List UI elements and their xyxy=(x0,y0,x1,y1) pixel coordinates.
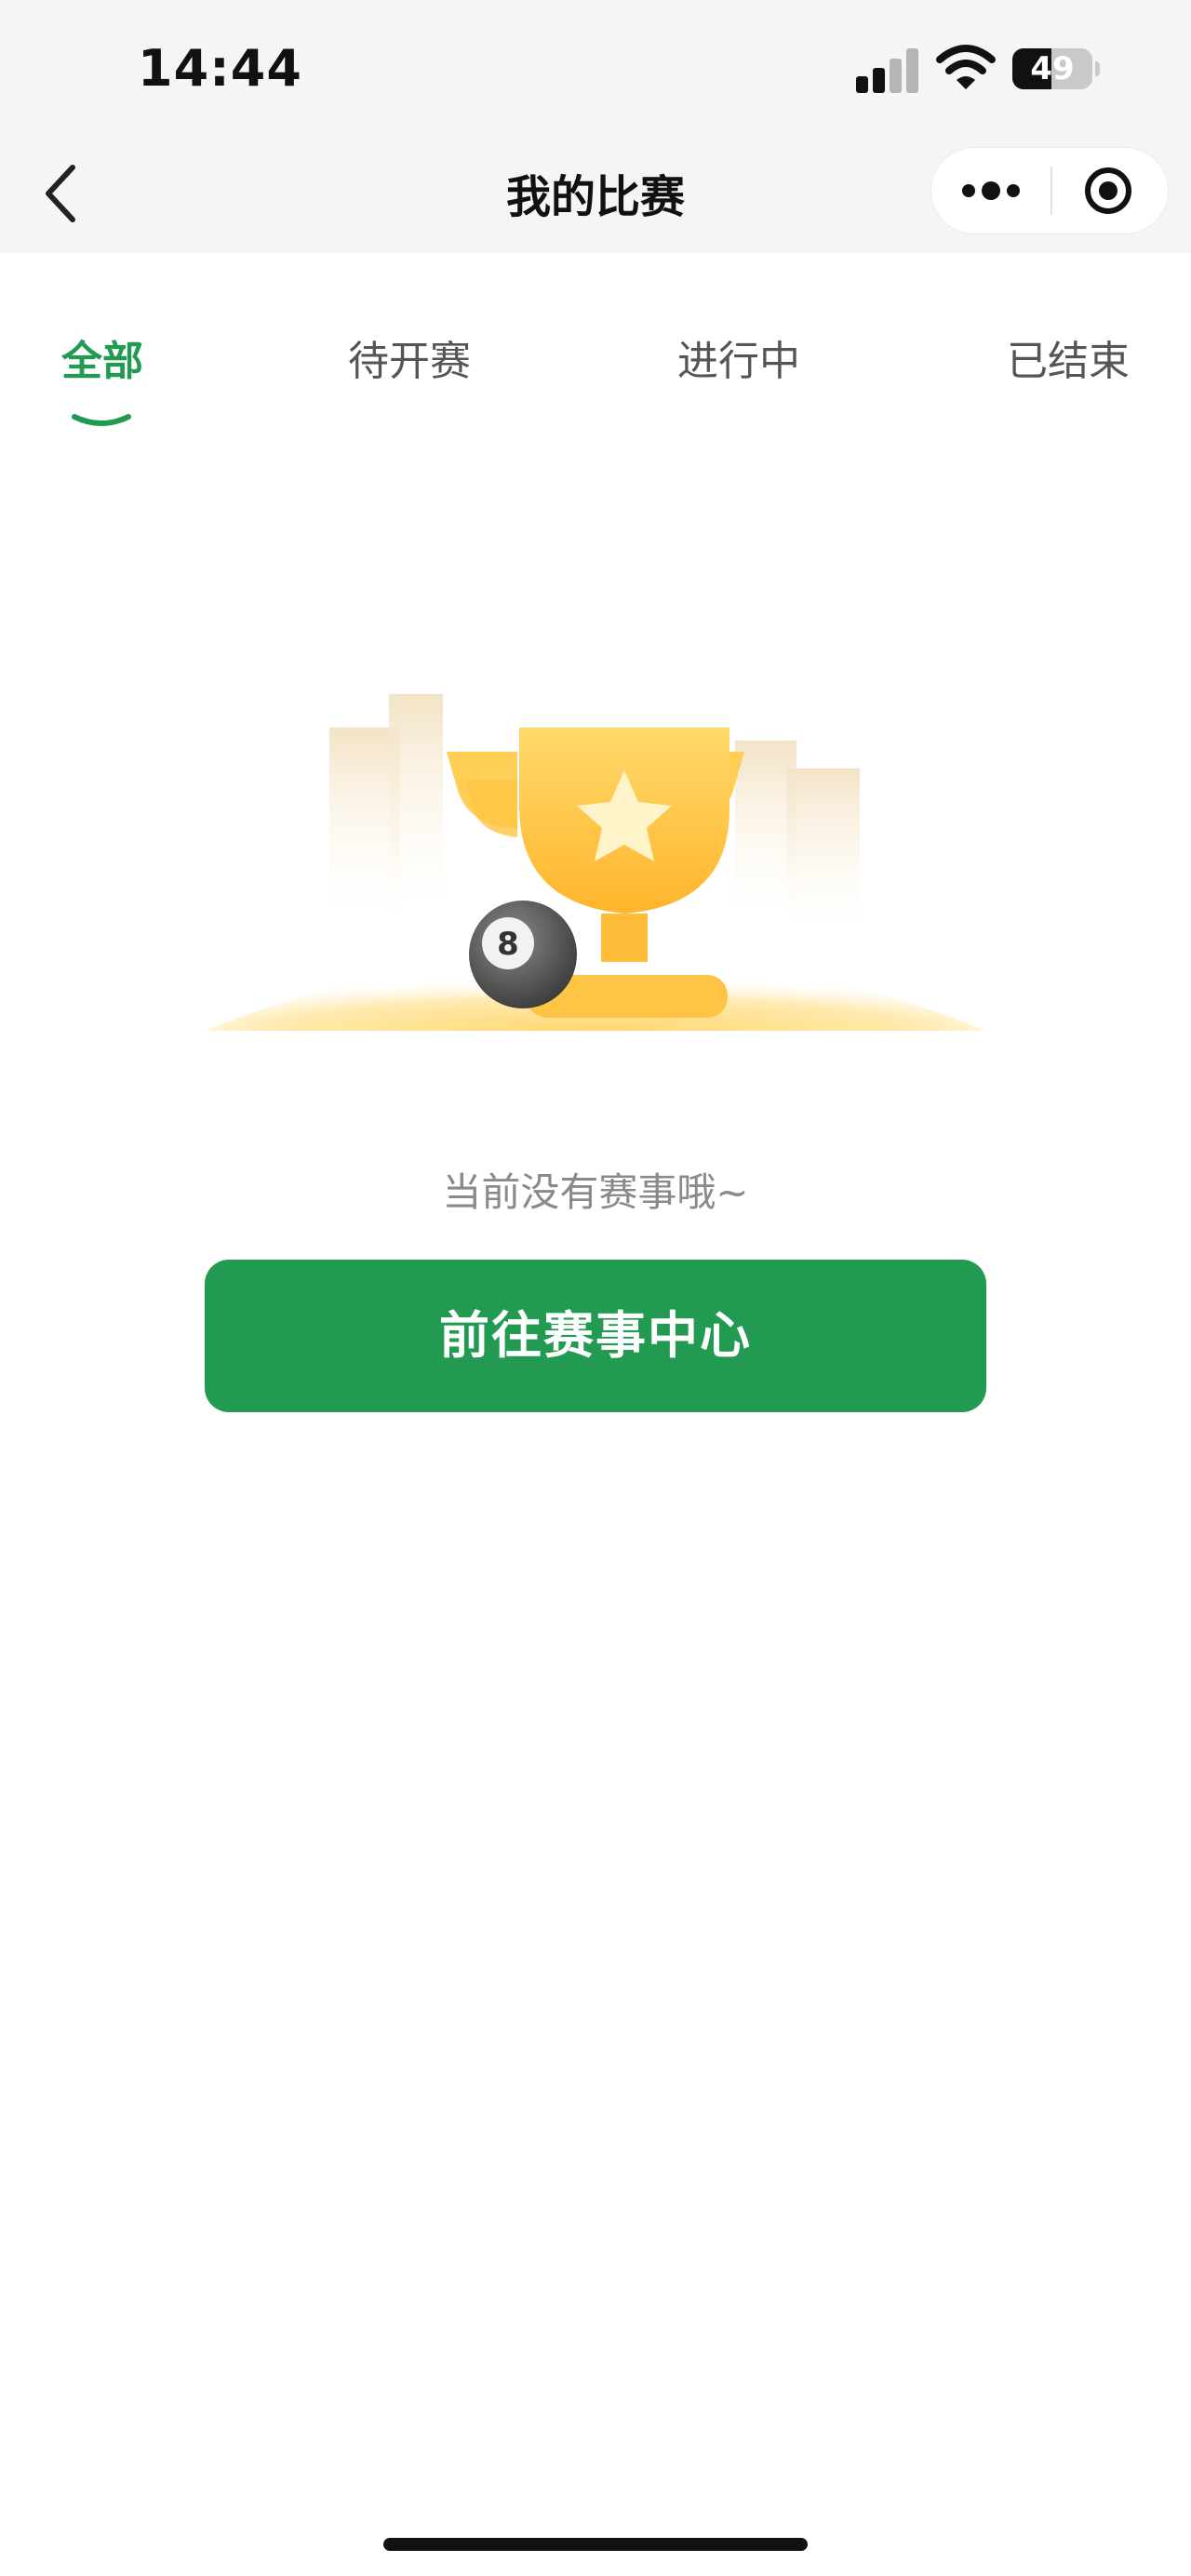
target-circle-icon xyxy=(1085,167,1131,214)
go-to-match-center-button[interactable]: 前往赛事中心 xyxy=(205,1260,986,1412)
battery-level: 49 xyxy=(1030,50,1075,87)
status-tabs: 全部 待开赛 进行中 已结束 xyxy=(0,316,1191,437)
tab-in-progress[interactable]: 进行中 xyxy=(627,327,850,387)
active-tab-indicator xyxy=(72,414,131,426)
cellular-signal-icon xyxy=(856,48,919,93)
chevron-left-icon xyxy=(46,165,75,222)
my-matches-page: 14:44 49 我的比赛 全部 待开赛 进行中 已结束 8 当前没有赛事哦~ … xyxy=(0,0,1191,2576)
tab-all[interactable]: 全部 xyxy=(0,327,214,387)
more-button[interactable] xyxy=(931,148,1050,234)
header: 14:44 49 我的比赛 xyxy=(0,0,1191,253)
miniprogram-capsule xyxy=(930,147,1169,234)
battery-icon: 49 xyxy=(1012,48,1100,89)
tab-upcoming[interactable]: 待开赛 xyxy=(298,327,521,387)
ball-number: 8 xyxy=(497,926,519,963)
back-button[interactable] xyxy=(33,156,86,231)
home-indicator xyxy=(383,2538,808,2551)
status-time: 14:44 xyxy=(138,39,302,98)
page-title: 我的比赛 xyxy=(505,171,685,223)
wifi-icon xyxy=(936,45,996,89)
close-miniprogram-button[interactable] xyxy=(1052,148,1168,234)
empty-state-message: 当前没有赛事哦~ xyxy=(442,1169,749,1215)
trophy-with-8-ball-icon: 8 xyxy=(205,694,986,1031)
tab-finished[interactable]: 已结束 xyxy=(957,327,1180,387)
more-dots-icon xyxy=(962,181,1020,200)
